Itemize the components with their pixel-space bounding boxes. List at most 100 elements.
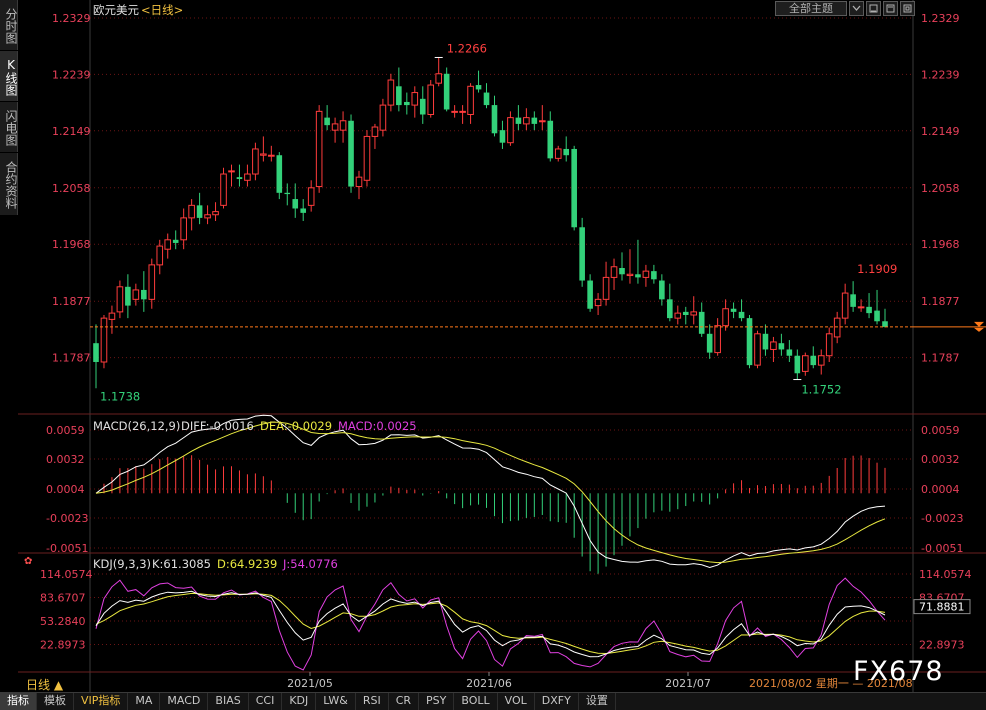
period-label[interactable]: <日线>	[141, 2, 183, 18]
candle-body	[300, 208, 307, 213]
candle-body	[268, 154, 275, 157]
candle-body	[180, 217, 187, 241]
kdj-settings-icon[interactable]: ✿	[24, 556, 32, 567]
toolbar-dxfy[interactable]: DXFY	[535, 693, 579, 710]
candle-body	[539, 120, 546, 123]
restore-icon[interactable]	[883, 1, 898, 16]
candle-body	[619, 268, 625, 275]
candle-body	[148, 264, 156, 300]
macd-diff-value: DIFF:-0.0016	[181, 419, 254, 433]
candle-body	[188, 204, 195, 219]
candle-body	[324, 117, 330, 126]
toolbar-indicators[interactable]: 指标	[0, 693, 37, 710]
tab-contract-info[interactable]: 合约资料	[0, 153, 18, 215]
candle-body	[857, 306, 865, 309]
maximize-icon[interactable]	[900, 1, 915, 16]
chart-frame	[18, 0, 986, 692]
kdj-j-line	[95, 577, 886, 671]
price-tick-right: 1.2239	[921, 68, 960, 81]
candle-body	[387, 79, 395, 106]
kdj-title: KDJ(9,3,3)	[93, 557, 152, 571]
macd-tick-right: -0.0023	[921, 512, 963, 525]
candle-body	[841, 292, 849, 319]
tab-flash-chart[interactable]: 闪电图	[0, 102, 18, 152]
toolbar-vol[interactable]: VOL	[498, 693, 535, 710]
candle-body	[331, 123, 339, 131]
kdj-tick-right: 114.0574	[919, 568, 972, 581]
toolbar-cr[interactable]: CR	[389, 693, 420, 710]
candle-body	[467, 85, 474, 115]
candle-body	[579, 227, 585, 281]
macd-tick-left: -0.0023	[46, 512, 88, 525]
minimize-icon[interactable]	[866, 1, 881, 16]
candle-body	[348, 120, 354, 187]
candle-body	[108, 312, 116, 320]
tab-kline[interactable]: K线图	[0, 51, 18, 101]
tab-time-sharing[interactable]: 分时图	[0, 0, 18, 50]
kdj-tick-right: 22.8973	[919, 639, 965, 652]
candle-body	[404, 101, 410, 106]
candle-body	[228, 170, 235, 173]
price-tick-right: 1.2149	[921, 125, 960, 138]
toolbar-vip-indicators[interactable]: VIP指标	[74, 693, 129, 710]
trading-chart[interactable]: 1.2329 1.2329 1.2239 1.2239 1.2149 1.2149 1.20…	[0, 0, 986, 709]
candle-body	[435, 73, 442, 84]
candle-body	[204, 214, 211, 219]
toolbar-macd[interactable]: MACD	[160, 693, 209, 710]
candle-body	[93, 343, 99, 362]
candle-body	[762, 333, 769, 350]
macd-tick-right: -0.0051	[921, 542, 963, 555]
candle-body	[212, 211, 219, 216]
candle-body	[116, 286, 124, 313]
candle-body	[587, 280, 593, 309]
chevron-down-icon[interactable]	[849, 1, 864, 16]
macd-title: MACD(26,12,9)	[93, 419, 181, 433]
toolbar-rsi[interactable]: RSI	[356, 693, 389, 710]
toolbar-kdj[interactable]: KDJ	[282, 693, 317, 710]
toolbar-template[interactable]: 模板	[37, 693, 74, 710]
last-price-arrow-icon	[974, 327, 984, 332]
price-tick-left: 1.2149	[52, 125, 91, 138]
price-tick-left: 1.2058	[52, 182, 91, 195]
candlestick-series	[90, 57, 986, 389]
candle-body	[594, 298, 602, 307]
candle-body	[674, 312, 682, 319]
bottom-period-toggle[interactable]: 日线 ▲	[26, 676, 63, 693]
candle-body	[307, 187, 315, 206]
candle-body	[817, 355, 825, 366]
candle-body	[882, 321, 888, 327]
toolbar-psy[interactable]: PSY	[419, 693, 455, 710]
recent-high-label: 1.1909	[857, 262, 897, 276]
kdj-k-value: K:61.3085	[152, 557, 211, 571]
candle-body	[706, 333, 713, 353]
macd-dea-value: DEA:-0.0029	[260, 419, 333, 433]
candle-body	[141, 289, 147, 300]
candle-body	[379, 104, 387, 131]
date-axis-label: 2021/05	[287, 677, 333, 690]
macd-dea-line	[95, 421, 886, 564]
macd-tick-left: 0.0004	[46, 483, 85, 496]
toolbar-settings[interactable]: 设置	[579, 693, 616, 710]
kdj-tick-left: 114.0574	[40, 568, 93, 581]
candle-body	[571, 148, 577, 228]
candle-body	[714, 325, 721, 354]
candle-body	[236, 177, 243, 180]
price-tick-right: 1.1968	[921, 238, 960, 251]
candle-body	[156, 245, 164, 266]
theme-select-button[interactable]: 全部主题	[775, 1, 847, 16]
price-tick-right: 1.1877	[921, 295, 960, 308]
candle-body	[371, 126, 379, 137]
candle-body	[451, 110, 458, 113]
candle-body	[483, 92, 490, 106]
toolbar-bias[interactable]: BIAS	[208, 693, 249, 710]
candle-body	[667, 299, 673, 319]
candle-body	[220, 173, 227, 206]
candle-body	[515, 117, 522, 124]
candle-body	[292, 199, 299, 209]
candle-body	[738, 311, 745, 319]
toolbar-lw[interactable]: LW&	[316, 693, 356, 710]
toolbar-cci[interactable]: CCI	[249, 693, 283, 710]
toolbar-boll[interactable]: BOLL	[454, 693, 498, 710]
candle-body	[698, 311, 705, 334]
toolbar-ma[interactable]: MA	[128, 693, 161, 710]
